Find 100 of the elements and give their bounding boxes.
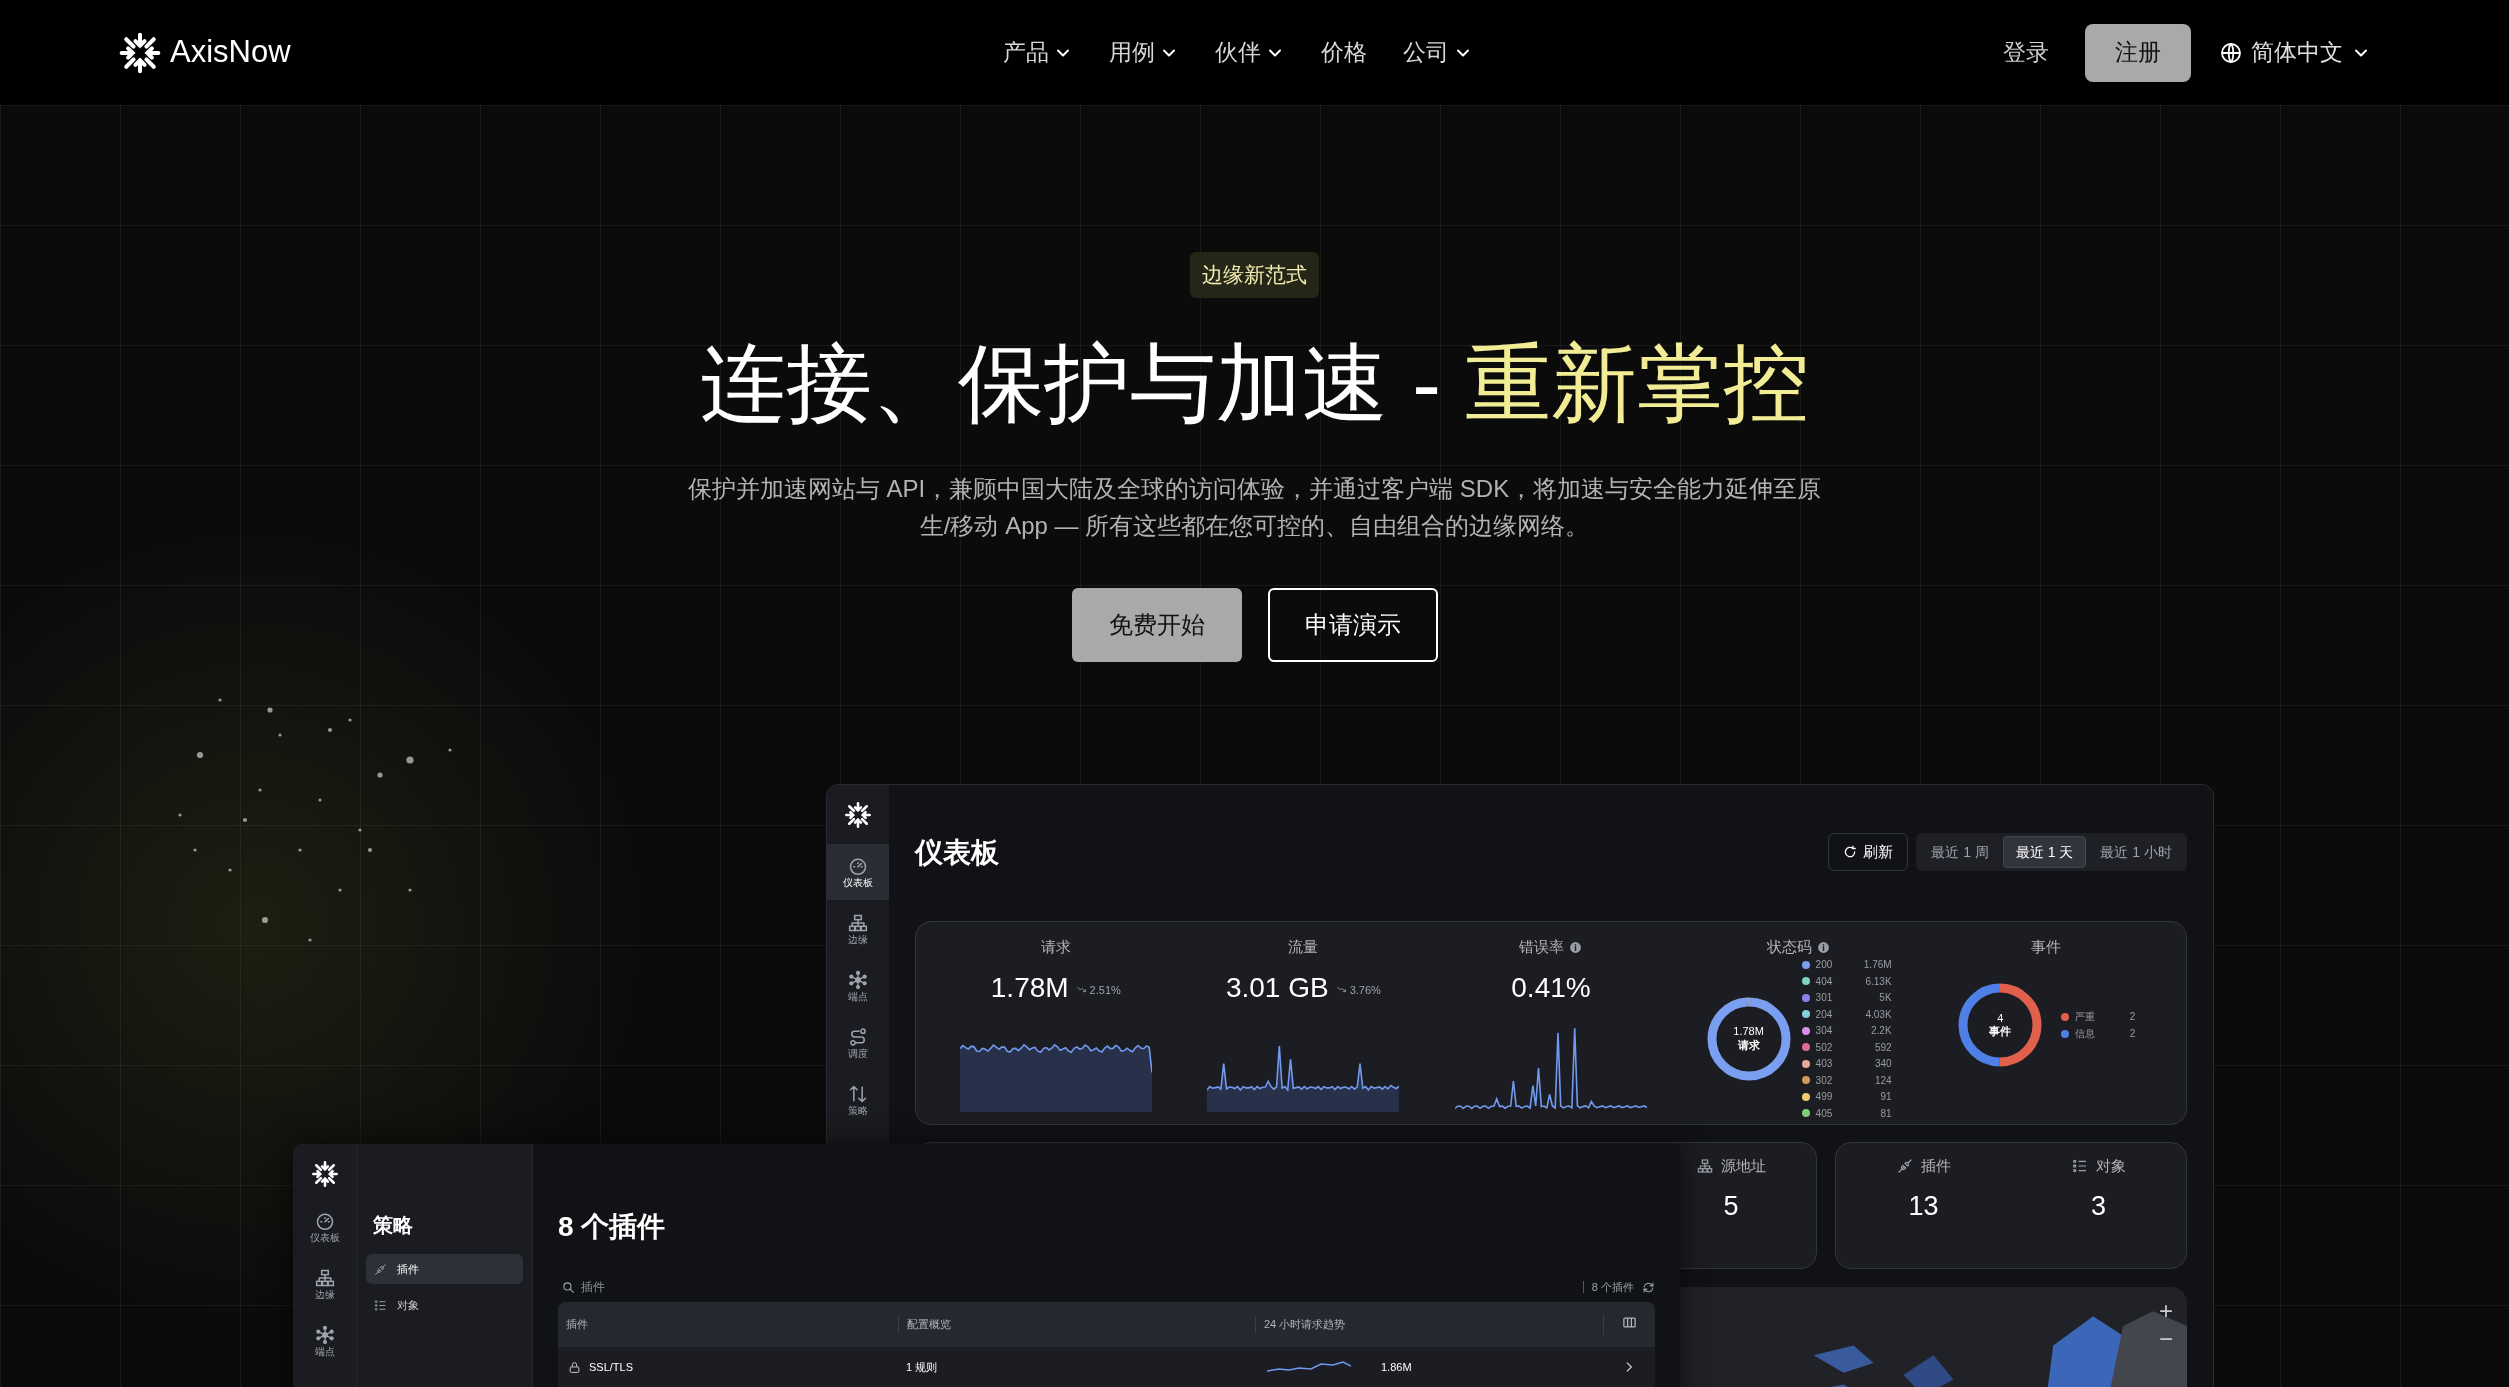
status-code: 200: [1815, 958, 1834, 973]
brand-name[interactable]: AxisNow: [170, 29, 291, 76]
section-title: 策略: [373, 1213, 414, 1238]
nav-menu-item[interactable]: 产品: [1002, 35, 1073, 70]
donut-label: 事件: [1989, 1025, 2012, 1040]
event-count: 2: [2128, 1027, 2136, 1042]
count-label: 对象: [2095, 1156, 2126, 1176]
info-icon: [1817, 940, 1831, 954]
change-percent: 2.51%: [1089, 982, 1121, 998]
sidebar-item[interactable]: 边缘: [827, 901, 889, 957]
donut-label: 请求: [1737, 1038, 1760, 1053]
gauge-icon: [314, 1211, 335, 1231]
status-count: 1.76M: [1862, 958, 1892, 973]
request-demo-button[interactable]: 申请演示: [1267, 588, 1438, 663]
up-down-arrows-icon: [848, 1084, 868, 1104]
status-count: 2.2K: [1870, 1024, 1892, 1039]
status-count: 340: [1873, 1057, 1892, 1072]
plugin-count: 8 个插件: [1591, 1279, 1634, 1295]
info-icon: [1569, 940, 1583, 954]
menu-item[interactable]: 对象: [366, 1290, 523, 1320]
donut-total: 4: [1997, 1011, 2004, 1025]
status-count: 592: [1873, 1040, 1892, 1055]
time-range-tab[interactable]: 最近 1 天: [2002, 836, 2087, 869]
sidebar-item[interactable]: 仪表板: [293, 1199, 356, 1255]
search-icon: [562, 1280, 575, 1294]
status-count: 124: [1873, 1073, 1892, 1088]
count-value: 5: [1723, 1189, 1739, 1223]
gauge-icon: [848, 856, 868, 876]
time-range-tab[interactable]: 最近 1 周: [1919, 836, 2001, 869]
refresh-icon[interactable]: [1642, 1280, 1655, 1294]
table-cell-text: 1.86M: [1381, 1359, 1412, 1375]
columns-icon[interactable]: [1622, 1314, 1637, 1330]
status-count: 4.03K: [1864, 1007, 1892, 1022]
lock-icon: [568, 1360, 581, 1374]
metric-label: 事件: [2031, 937, 2062, 958]
metric-label: 流量: [1288, 937, 1319, 958]
sitemap-icon: [1696, 1158, 1713, 1175]
status-code: 301: [1815, 991, 1834, 1006]
signup-button[interactable]: 注册: [2085, 23, 2191, 82]
logo-icon: [310, 1160, 339, 1188]
status-code: 499: [1815, 1090, 1834, 1105]
zoom-out-button[interactable]: −: [2159, 1324, 2173, 1353]
refresh-button[interactable]: 刷新: [1828, 833, 1909, 872]
plug-icon: [374, 1262, 387, 1276]
nav-menu-item[interactable]: 用例: [1108, 35, 1179, 70]
column-header: 24 小时请求趋势: [1255, 1316, 1603, 1333]
refresh-icon: [1843, 845, 1858, 860]
badge: 边缘新范式: [1190, 252, 1319, 298]
status-code: 204: [1815, 1007, 1834, 1022]
headline: 连接、保护与加速 - 重新掌控: [700, 333, 1809, 433]
metric-label: 错误率: [1519, 937, 1565, 958]
table-cell-text: SSL/TLS: [589, 1359, 634, 1375]
metric-label: 状态码: [1767, 937, 1813, 958]
nav-menu-item[interactable]: 伙伴: [1214, 35, 1285, 70]
page-title: 8 个插件: [558, 1210, 667, 1244]
time-range-tab[interactable]: 最近 1 小时: [2088, 836, 2184, 869]
nav-menu-item[interactable]: 公司: [1402, 35, 1473, 70]
status-code: 502: [1815, 1040, 1834, 1055]
status-code: 302: [1815, 1073, 1834, 1088]
search-field[interactable]: 插件: [581, 1278, 781, 1296]
globe-icon: [2219, 40, 2243, 65]
column-header: 配置概览: [898, 1316, 1255, 1333]
metric-label: 请求: [1040, 937, 1071, 958]
sidebar-item[interactable]: 边缘: [293, 1256, 356, 1312]
get-started-button[interactable]: 免费开始: [1071, 588, 1242, 663]
sitemap-icon: [314, 1268, 335, 1288]
network-icon: [848, 970, 868, 990]
list-icon: [2071, 1158, 2088, 1175]
metric-value: 1.78M: [990, 974, 1069, 1003]
menu-item[interactable]: 插件: [366, 1254, 523, 1284]
list-icon: [374, 1298, 387, 1312]
logo-icon: [844, 801, 872, 829]
event-count: 2: [2128, 1010, 2136, 1025]
plug-icon: [1896, 1158, 1913, 1175]
route-icon: [848, 1027, 868, 1047]
sidebar-item[interactable]: 策略: [827, 1072, 889, 1128]
status-count: 91: [1879, 1090, 1892, 1105]
column-header: 插件: [565, 1317, 589, 1333]
status-count: 6.13K: [1864, 974, 1892, 989]
event-type: 信息: [2075, 1027, 2097, 1042]
status-count: 5K: [1878, 991, 1892, 1006]
count-value: 13: [1908, 1189, 1939, 1223]
sidebar-item[interactable]: 调度: [827, 1015, 889, 1071]
zoom-in-button[interactable]: +: [2159, 1296, 2173, 1325]
language-selector[interactable]: 简体中文: [2219, 35, 2371, 70]
status-code: 304: [1815, 1024, 1834, 1039]
donut-total: 1.78M: [1733, 1025, 1764, 1039]
sidebar-item[interactable]: 端点: [293, 1313, 356, 1369]
sidebar-item[interactable]: 仪表板: [827, 844, 889, 900]
count-value: 3: [2091, 1189, 2106, 1223]
change-percent: 3.76%: [1349, 982, 1381, 998]
hero-description: 保护并加速网站与 API，兼顾中国大陆及全球的访问体验，并通过客户端 SDK，将加速与安全能力延伸至原生/移动 App — 所有这些都在您可控的、自由组合的边缘网络。: [686, 474, 1823, 542]
login-link[interactable]: 登录: [2003, 35, 2049, 70]
logo-icon: [118, 30, 162, 75]
page-title: 仪表板: [915, 836, 999, 871]
sidebar-item[interactable]: 端点: [827, 958, 889, 1014]
nav-menu-item[interactable]: 价格: [1320, 35, 1367, 70]
metric-value: 0.41%: [1511, 974, 1591, 1003]
network-icon: [314, 1325, 335, 1345]
metric-value: 3.01 GB: [1225, 974, 1329, 1003]
